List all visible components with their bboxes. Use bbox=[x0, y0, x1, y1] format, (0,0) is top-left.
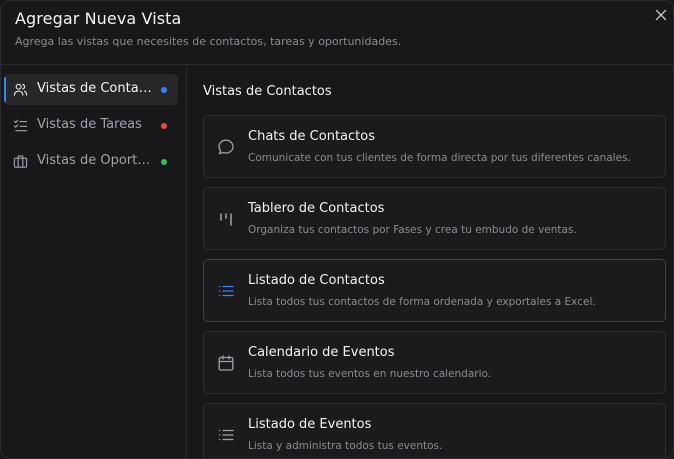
sidebar-item-label: Vistas de Contactos bbox=[37, 81, 157, 96]
card-title: Tablero de Contactos bbox=[248, 201, 385, 216]
users-icon bbox=[13, 82, 28, 97]
section-title: Vistas de Contactos bbox=[203, 84, 332, 99]
card-title: Listado de Eventos bbox=[248, 417, 372, 432]
modal-title: Agregar Nueva Vista bbox=[15, 9, 182, 28]
card-title: Chats de Contactos bbox=[248, 129, 375, 144]
status-dot bbox=[161, 159, 167, 165]
add-view-modal: Agregar Nueva Vista Agrega las vistas qu… bbox=[0, 0, 674, 459]
card-description: Comunicate con tus clientes de forma dir… bbox=[248, 152, 631, 164]
view-card-listado-eventos[interactable]: Listado de Eventos Lista y administra to… bbox=[203, 403, 666, 458]
checklist-icon bbox=[13, 118, 28, 133]
sidebar-item-oportunidades[interactable]: Vistas de Oportunidades bbox=[4, 146, 178, 177]
sidebar-item-tareas[interactable]: Vistas de Tareas bbox=[4, 110, 178, 141]
sidebar-item-contactos[interactable]: Vistas de Contactos bbox=[4, 74, 178, 105]
view-card-tablero-contactos[interactable]: Tablero de Contactos Organiza tus contac… bbox=[203, 187, 666, 250]
sidebar-item-label: Vistas de Tareas bbox=[37, 117, 142, 132]
sidebar-item-label: Vistas de Oportunidades bbox=[37, 153, 157, 168]
chat-bubble-icon bbox=[217, 138, 235, 156]
status-dot bbox=[161, 123, 167, 129]
briefcase-icon bbox=[13, 154, 28, 169]
card-title: Listado de Contactos bbox=[248, 273, 385, 288]
card-description: Lista y administra todos tus eventos. bbox=[248, 440, 443, 452]
card-description: Lista todos tus contactos de forma orden… bbox=[248, 296, 596, 308]
view-card-chats-contactos[interactable]: Chats de Contactos Comunicate con tus cl… bbox=[203, 115, 666, 178]
view-card-listado-contactos[interactable]: Listado de Contactos Lista todos tus con… bbox=[203, 259, 666, 322]
list-icon bbox=[217, 282, 235, 300]
card-title: Calendario de Eventos bbox=[248, 345, 395, 360]
view-card-calendario-eventos[interactable]: Calendario de Eventos Lista todos tus ev… bbox=[203, 331, 666, 394]
close-icon[interactable] bbox=[653, 7, 669, 23]
modal-header: Agregar Nueva Vista Agrega las vistas qu… bbox=[1, 1, 673, 65]
modal-subtitle: Agrega las vistas que necesites de conta… bbox=[15, 35, 402, 48]
view-category-sidebar: Vistas de Contactos Vistas de Tareas Vis… bbox=[1, 65, 187, 458]
kanban-icon bbox=[217, 210, 235, 228]
list-icon bbox=[217, 426, 235, 444]
calendar-icon bbox=[217, 354, 235, 372]
status-dot bbox=[161, 87, 167, 93]
card-description: Lista todos tus eventos en nuestro calen… bbox=[248, 368, 492, 380]
card-description: Organiza tus contactos por Fases y crea … bbox=[248, 224, 577, 236]
